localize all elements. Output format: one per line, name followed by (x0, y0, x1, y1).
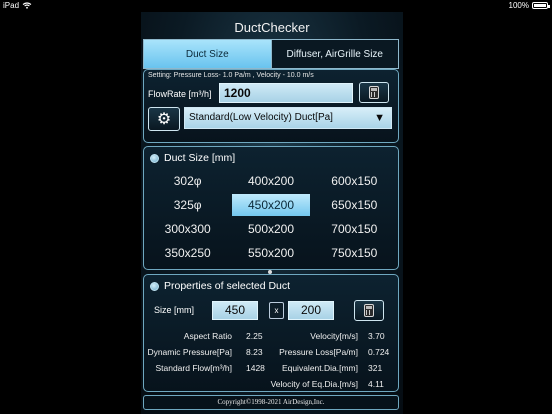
properties-title: Properties of selected Duct (164, 280, 291, 292)
duct-height-input[interactable]: 200 (288, 301, 334, 320)
equivalent-dia-label: Equivalent.Dia.[mm] (281, 363, 358, 373)
duct-size-grid: 302φ 400x200 600x150 325φ 450x200 650x150 300x… (146, 169, 396, 265)
size-label: Size [mm] (154, 305, 195, 315)
duct-size-header: Duct Size [mm] (150, 152, 235, 164)
duct-size-option[interactable]: 350x250 (146, 241, 229, 265)
status-bar: iPad 100% (0, 0, 552, 12)
velocity-eq-dia-label: Velocity of Eq.Dia.[m/s] (270, 379, 358, 389)
flowrate-input[interactable]: 1200 (219, 83, 353, 103)
status-right: 100% (508, 1, 550, 10)
calculator-icon (364, 304, 374, 317)
flowrate-label: FlowRate [m³/h] (148, 89, 212, 99)
flowrate-calculator-button[interactable] (359, 82, 389, 103)
duct-size-option[interactable]: 750x150 (313, 241, 396, 265)
battery-percent: 100% (508, 1, 529, 10)
duct-size-option[interactable]: 325φ (146, 193, 229, 217)
dynamic-pressure-value: 8.23 (246, 347, 263, 357)
duct-type-select[interactable]: Standard(Low Velocity) Duct[Pa] ▼ (184, 107, 392, 129)
duct-size-option[interactable]: 600x150 (313, 169, 396, 193)
dropdown-arrow-icon: ▼ (374, 112, 385, 124)
standard-flow-label: Standard Flow[m³/h] (155, 363, 232, 373)
app-window: DuctChecker Duct Size Diffuser, AirGrill… (141, 12, 403, 414)
duct-size-option[interactable]: 450x200 (232, 194, 310, 216)
tab-bar: Duct Size Diffuser, AirGrille Size (143, 39, 399, 69)
battery-icon (532, 2, 550, 9)
tab-duct-size[interactable]: Duct Size (144, 40, 271, 68)
velocity-label: Velocity[m/s] (310, 331, 358, 341)
status-left: iPad (3, 1, 32, 10)
pressure-loss-value: 0.724 (368, 347, 390, 357)
setting-summary: Setting: Pressure Loss- 1.0 Pa/m , Veloc… (148, 72, 314, 79)
radio-icon (150, 153, 159, 163)
duct-size-option[interactable]: 500x200 (229, 217, 312, 241)
velocity-eq-dia-value: 4.11 (368, 379, 384, 389)
aspect-ratio-label: Aspect Ratio (183, 331, 232, 341)
device-name: iPad (3, 1, 20, 10)
duct-size-panel: Duct Size [mm] 302φ 400x200 600x150 325φ 450… (143, 146, 399, 270)
duct-size-option[interactable]: 302φ (146, 169, 229, 193)
pressure-loss-label: Pressure Loss[Pa/m] (279, 347, 358, 357)
duct-size-option[interactable]: 400x200 (229, 169, 312, 193)
duct-size-option[interactable]: 300x300 (146, 217, 229, 241)
aspect-ratio-value: 2.25 (246, 331, 263, 341)
tab-diffuser-airgrille-size[interactable]: Diffuser, AirGrille Size (270, 40, 398, 68)
properties-header: Properties of selected Duct (150, 280, 290, 292)
duct-size-option[interactable]: 700x150 (313, 217, 396, 241)
duct-size-title: Duct Size [mm] (164, 152, 236, 164)
gear-icon: ⚙ (156, 111, 172, 128)
standard-flow-value: 1428 (246, 363, 265, 373)
times-button[interactable]: x (269, 302, 284, 319)
properties-panel: Properties of selected Duct Size [mm] 45… (143, 274, 399, 392)
duct-size-option[interactable]: 650x150 (313, 193, 396, 217)
velocity-value: 3.70 (368, 331, 385, 341)
battery-fill (534, 4, 546, 7)
duct-size-option[interactable]: 550x200 (229, 241, 312, 265)
app-title: DuctChecker (234, 20, 310, 35)
duct-width-input[interactable]: 450 (212, 301, 258, 320)
equivalent-dia-value: 321 (368, 363, 383, 373)
dynamic-pressure-label: Dynamic Pressure[Pa] (147, 347, 232, 357)
wifi-icon (22, 2, 32, 9)
radio-icon (150, 281, 159, 291)
size-calculator-button[interactable] (354, 300, 384, 321)
settings-button[interactable]: ⚙ (148, 107, 180, 131)
copyright-footer: Copyright©1998-2021 AirDesign,Inc. (143, 395, 399, 410)
input-panel: Setting: Pressure Loss- 1.0 Pa/m , Veloc… (143, 69, 399, 143)
calculator-icon (369, 86, 379, 99)
duct-type-value: Standard(Low Velocity) Duct[Pa] (189, 112, 333, 123)
